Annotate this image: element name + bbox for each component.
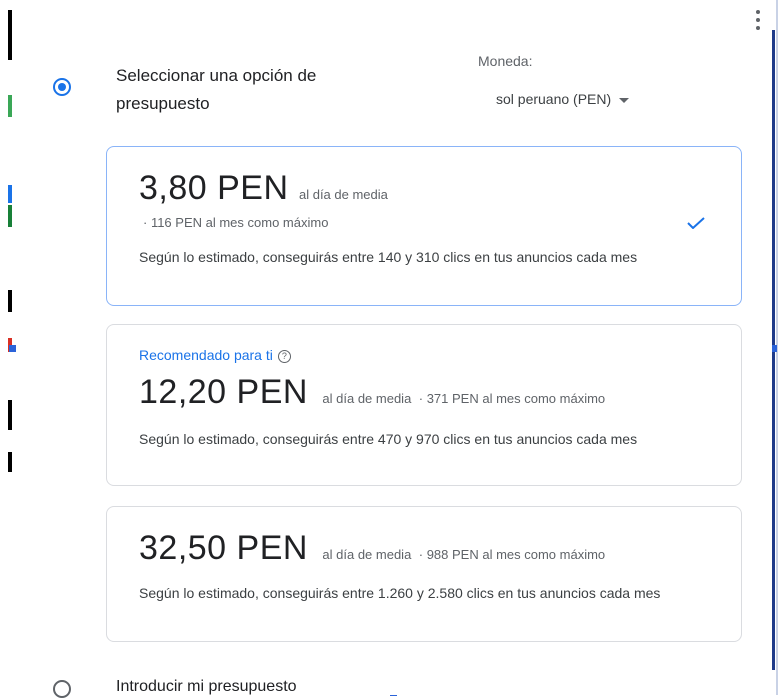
budget-option-title: Seleccionar una opción de presupuesto [116, 66, 317, 113]
budget-amount: 12,20 PEN [139, 373, 308, 411]
budget-card-1[interactable]: 3,80 PEN al día de media · 116 PEN al me… [106, 146, 742, 306]
budget-card-2[interactable]: Recomendado para ti? 12,20 PEN al día de… [106, 324, 742, 486]
currency-select[interactable]: sol peruano (PEN) [496, 91, 630, 107]
currency-value: sol peruano (PEN) [496, 91, 612, 107]
budget-option-radio[interactable] [53, 78, 71, 96]
currency-label: Moneda: [478, 53, 533, 69]
check-icon [687, 217, 705, 229]
budget-max-month: · 988 PEN al mes como máximo [418, 547, 606, 562]
budget-card-3[interactable]: 32,50 PEN al día de media · 988 PEN al m… [106, 506, 742, 642]
budget-amount: 32,50 PEN [139, 529, 308, 567]
budget-max-month: · 116 PEN al mes como máximo [143, 215, 329, 230]
caret-down-icon [619, 97, 630, 103]
more-vert-icon[interactable] [755, 10, 761, 40]
budget-per-day: al día de media [322, 391, 412, 406]
budget-estimate: Según lo estimado, conseguirás entre 1.2… [139, 585, 661, 601]
resize-handle-left[interactable] [9, 345, 16, 352]
budget-amount: 3,80 PEN [139, 169, 289, 207]
custom-budget-radio[interactable] [53, 680, 71, 698]
budget-panel: Seleccionar una opción de presupuesto Mo… [22, 0, 772, 698]
recommended-label: Recomendado para ti? [139, 347, 291, 363]
custom-budget-label: Introducir mi presupuesto [116, 678, 297, 695]
recommended-text: Recomendado para ti [139, 347, 273, 363]
budget-estimate: Según lo estimado, conseguirás entre 140… [139, 249, 638, 265]
help-icon[interactable]: ? [277, 350, 291, 363]
budget-estimate: Según lo estimado, conseguirás entre 470… [139, 431, 638, 447]
budget-max-month: · 371 PEN al mes como máximo [418, 391, 606, 406]
budget-per-day: al día de media [322, 547, 412, 562]
budget-per-day: al día de media [298, 187, 388, 202]
